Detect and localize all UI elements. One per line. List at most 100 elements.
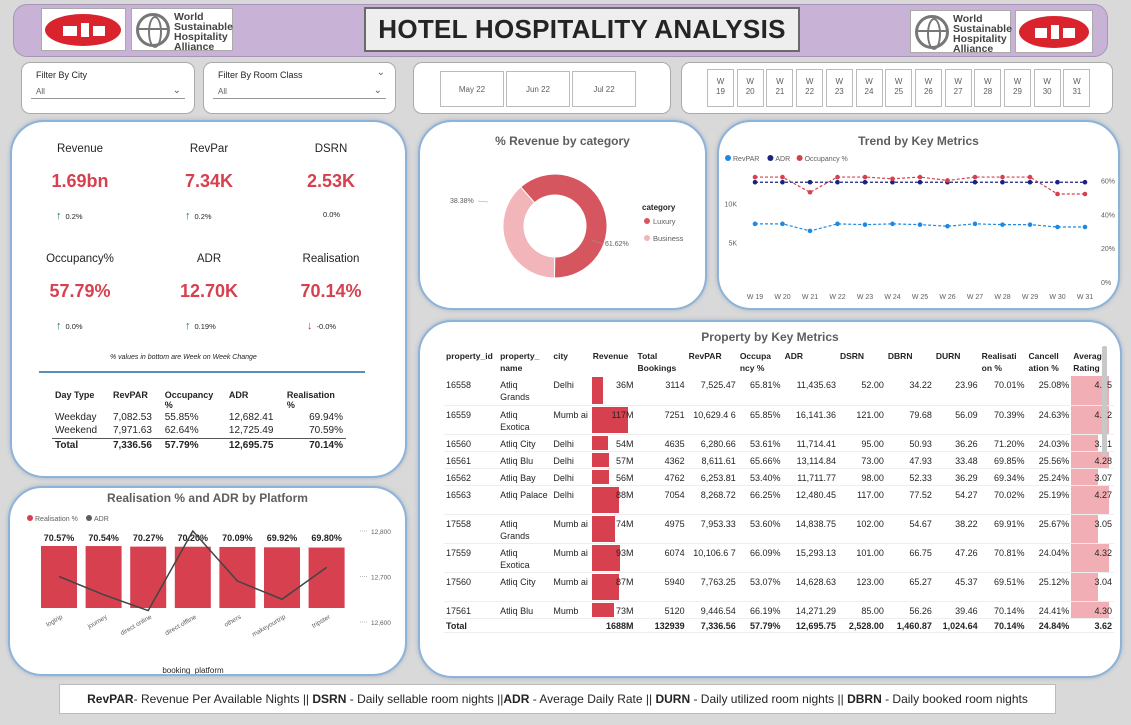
series-point — [1027, 179, 1033, 185]
axis-tick-label: W 25 — [912, 294, 928, 301]
property-table: property_id property_ name city Revenue Tota… — [444, 348, 1114, 633]
week-button[interactable]: W 28 — [974, 69, 1002, 107]
col-header[interactable]: ADR — [226, 390, 284, 410]
axis-tick-label: W 31 — [1077, 294, 1093, 301]
col-header[interactable]: Realisation % — [284, 390, 346, 410]
axis-tick-label: 10K — [725, 201, 738, 208]
week-button[interactable]: W 22 — [796, 69, 824, 107]
week-button[interactable]: W 31 — [1063, 69, 1091, 107]
col-header[interactable]: Occupancy % — [162, 390, 226, 410]
series-point — [807, 228, 813, 234]
table-row[interactable]: 16558 Atliq Grands Delhi 36M 3114 7,525.47 65.… — [444, 376, 1114, 406]
series-point — [1082, 191, 1088, 197]
week-button[interactable]: W 27 — [944, 69, 972, 107]
month-button[interactable]: Jul 22 — [572, 71, 636, 107]
table-row[interactable]: 16562 Atliq Bay Delhi 56M 4762 6,253.81 53.40%… — [444, 468, 1114, 486]
month-button[interactable]: Jun 22 — [506, 71, 570, 107]
col-header[interactable]: DURN — [934, 348, 980, 376]
table-row[interactable]: 17559 Atliq Exotica Mumb ai 93M 6074 10,106.6… — [444, 543, 1114, 573]
col-header[interactable]: Total Bookings — [636, 348, 687, 376]
bar — [308, 547, 345, 608]
arrow-up-icon: ↑ — [56, 210, 62, 222]
city-filter[interactable]: Filter By City All ⌄ — [21, 62, 195, 114]
series-point — [945, 223, 950, 229]
series-point — [1055, 224, 1060, 230]
axis-tick-label: 20% — [1101, 246, 1115, 253]
room-class-filter-select[interactable]: All ⌄ — [213, 83, 386, 99]
trend-card: Trend by Key Metrics RevPAR ADR Occupancy … — [717, 120, 1120, 310]
trend-chart: RevPAR ADR Occupancy % 10K 5K 60% 40% 20% 0% W 19… — [725, 155, 1115, 301]
col-header[interactable]: Average Rating — [1071, 348, 1114, 376]
col-header[interactable]: Revenue — [591, 348, 636, 376]
day-type-table: Day Type RevPAR Occupancy % ADR Realisat… — [52, 390, 346, 452]
week-button[interactable]: W 21 — [766, 69, 794, 107]
property-card: Property by Key Metrics property_id prope… — [418, 320, 1122, 678]
axis-tick-label: logtrip — [45, 613, 64, 628]
axis-tick-label: journey — [86, 613, 109, 631]
axis-tick-label: makeyourtrip — [251, 613, 287, 638]
col-header[interactable]: RevPAR — [687, 348, 738, 376]
series-point — [807, 179, 813, 185]
col-header[interactable]: Occupa ncy % — [738, 348, 783, 376]
week-button[interactable]: W 29 — [1004, 69, 1031, 107]
legend-marker — [767, 155, 774, 161]
series-point — [780, 174, 785, 180]
col-header[interactable]: Realisati on % — [980, 348, 1027, 376]
col-header[interactable]: ADR — [783, 348, 838, 376]
axis-tick-label: 5K — [728, 241, 737, 248]
series-point — [862, 179, 868, 185]
slice-label: 38.38% — [450, 198, 474, 205]
axis-tick-label: W 26 — [939, 294, 955, 301]
week-button[interactable]: W 23 — [825, 69, 853, 107]
axis-tick-label: 12,800 — [371, 529, 391, 536]
table-row[interactable]: 17560 Atliq City Mumb ai 87M 5940 7,763.25 53.… — [444, 572, 1114, 602]
week-button[interactable]: W 24 — [855, 69, 883, 107]
revenue-bar — [591, 452, 610, 467]
city-filter-select[interactable]: All ⌄ — [31, 83, 185, 99]
table-row[interactable]: 17558 Atliq Grands Mumb ai 74M 4975 7,953.33 5… — [444, 514, 1114, 544]
week-button[interactable]: W 20 — [736, 69, 764, 107]
legend-marker — [725, 155, 731, 161]
table-row[interactable]: 16561 Atliq Blu Delhi 57M 4362 8,611.61 65.66%… — [444, 451, 1114, 469]
series-point — [972, 221, 978, 227]
legend-marker — [796, 155, 803, 161]
col-header[interactable]: RevPAR — [110, 390, 162, 410]
revenue-bar — [591, 435, 609, 450]
room-class-filter[interactable]: Filter By Room Class ⌄ All ⌄ — [203, 62, 396, 114]
col-header[interactable]: property_ name — [498, 348, 551, 376]
week-button[interactable]: W 26 — [914, 69, 942, 107]
axis-tick-label: W 30 — [1049, 294, 1065, 301]
week-button[interactable]: W 25 — [885, 69, 913, 107]
col-header[interactable]: property_id — [444, 348, 498, 376]
kpi-change: ↑ 0.19% — [185, 320, 216, 332]
table-row[interactable]: 17561 Atliq Blu Mumb 73M 5120 9,446.54 66.19% 1… — [444, 601, 1114, 619]
table-row[interactable]: 16560 Atliq City Delhi 54M 4635 6,280.66 53.61… — [444, 434, 1114, 452]
legend-label: Business — [653, 234, 684, 243]
axis-tick-label: W 28 — [994, 294, 1010, 301]
kpi-title: Revenue — [56, 143, 104, 155]
revenue-bar — [591, 469, 609, 484]
col-header[interactable]: DSRN — [838, 348, 886, 376]
glossary-desc: - Revenue Per Available Nights || — [133, 692, 313, 706]
series-point — [1082, 224, 1088, 230]
globe-icon — [136, 13, 170, 48]
kpi-value: 1.69bn — [51, 171, 109, 191]
series-point — [917, 179, 923, 185]
table-scrollbar[interactable] — [1102, 346, 1107, 456]
arrow-up-icon: ↑ — [185, 210, 191, 222]
table-row[interactable]: 16563 Atliq Palace Delhi 88M 7054 8,268.72 66.… — [444, 485, 1114, 515]
table-row[interactable]: 16559 Atliq Exotica Mumb ai 117M 7251 10,629.… — [444, 405, 1114, 435]
month-button[interactable]: May 22 — [440, 71, 504, 107]
col-header[interactable]: DBRN — [886, 348, 934, 376]
atliq-logo — [41, 8, 126, 51]
week-button[interactable]: W 19 — [707, 69, 734, 107]
revenue-bar — [591, 602, 615, 617]
legend-title: category — [642, 203, 676, 212]
col-header[interactable]: city — [551, 348, 590, 376]
series-point — [807, 190, 813, 195]
axis-tick-label: others — [223, 613, 243, 628]
series-point — [835, 221, 840, 227]
col-header[interactable]: Day Type — [52, 390, 110, 410]
col-header[interactable]: Cancell ation % — [1027, 348, 1072, 376]
week-button[interactable]: W 30 — [1033, 69, 1061, 107]
